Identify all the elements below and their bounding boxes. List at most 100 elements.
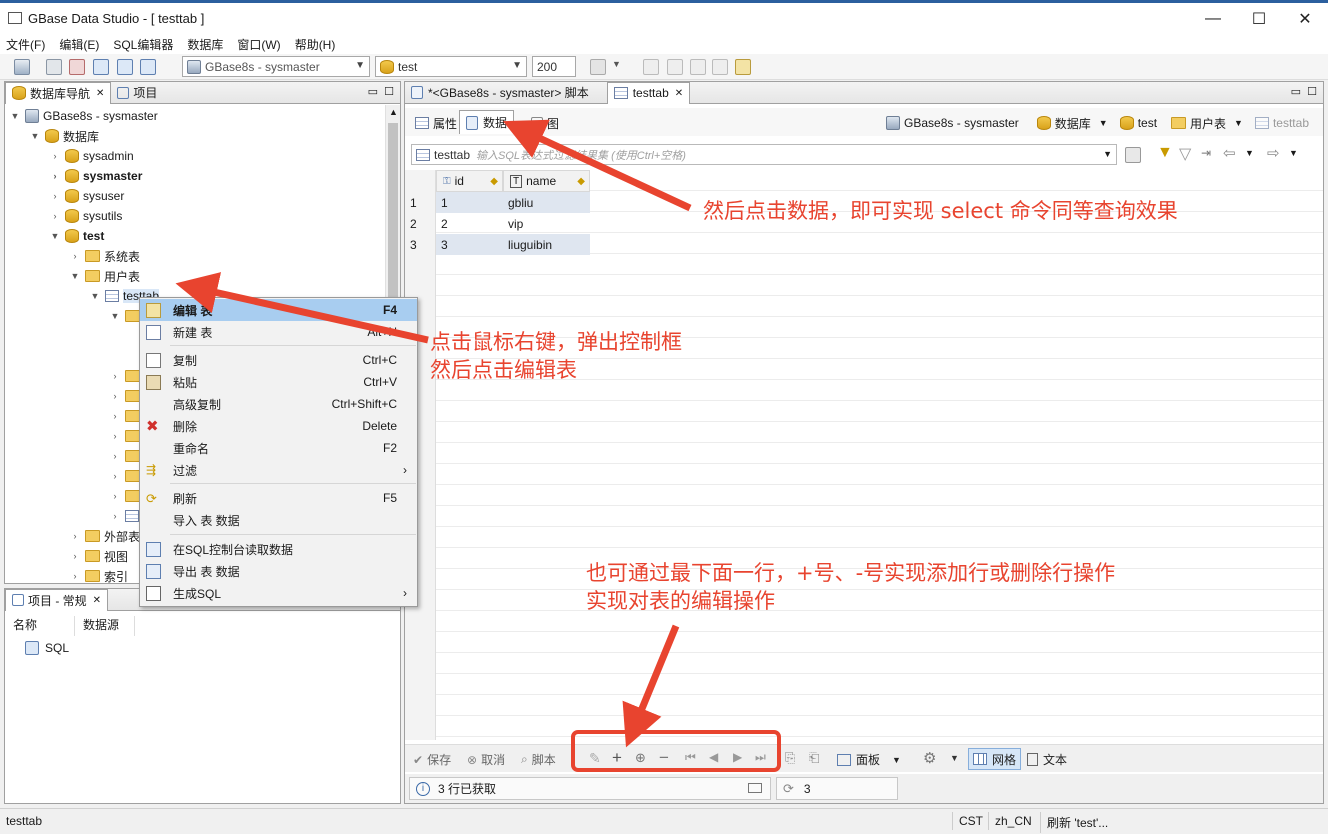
menu-item-refresh[interactable]: ⟳ 刷新 F5 [140, 487, 417, 509]
menu-item-copy[interactable]: 复制 Ctrl+C [140, 349, 417, 371]
import-icon[interactable]: ⎗ [809, 750, 819, 766]
tree-item-sysutils[interactable]: › sysutils [49, 206, 122, 226]
recent-sql-icon[interactable] [140, 59, 156, 75]
tree-item-databases[interactable]: ▼ 数据库 [29, 126, 99, 146]
commit-icon[interactable] [643, 59, 659, 75]
breadcrumb-database[interactable]: test [1138, 116, 1157, 130]
export-icon[interactable]: ⎘ [785, 750, 795, 766]
copy-row-icon[interactable]: ⊕ [635, 750, 646, 766]
menu-item-edit-table[interactable]: 编辑 表 F4 [140, 299, 417, 321]
chevron-down-icon[interactable]: ▼ [1245, 148, 1254, 158]
filter-input[interactable]: testtab 输入SQL表达式过滤结果集 (使用Ctrl+空格) ▼ [411, 144, 1117, 165]
menu-item-paste[interactable]: 粘贴 Ctrl+V [140, 371, 417, 393]
menu-edit[interactable]: 编辑(E) [59, 36, 99, 53]
tree-item-sysmaster[interactable]: › sysmaster [49, 166, 142, 186]
cell-name[interactable]: vip [503, 213, 590, 234]
column-header-name[interactable]: 名称 [5, 616, 75, 636]
cell-id[interactable]: 3 [436, 234, 503, 255]
clear-filter-icon[interactable]: ▽ [1179, 144, 1191, 164]
minimize-view-icon[interactable]: ▭ [1291, 85, 1301, 98]
details-icon[interactable] [748, 783, 762, 793]
subtab-diagram[interactable]: 图 [531, 112, 559, 134]
refresh-icon[interactable] [1125, 147, 1141, 163]
tab-project-general[interactable]: 项目 - 常规 ✕ [5, 588, 109, 611]
filter-icon[interactable]: ▼ [1157, 144, 1173, 162]
cell-id[interactable]: 2 [436, 213, 503, 234]
tab-testtab[interactable]: testtab ✕ [606, 81, 691, 104]
menu-item-new-table[interactable]: 新建 表 Alt+N [140, 321, 417, 343]
open-sql-icon[interactable] [117, 59, 133, 75]
add-row-icon[interactable]: + [612, 748, 622, 768]
last-row-icon[interactable]: ⏭ [755, 750, 766, 765]
minimize-button[interactable]: — [1190, 3, 1236, 34]
delete-row-icon[interactable]: − [659, 748, 669, 768]
maximize-button[interactable]: ☐ [1236, 3, 1282, 34]
tree-item-server[interactable]: ▼ GBase8s - sysmaster [9, 106, 158, 126]
edit-row-icon[interactable]: ✎ [589, 750, 601, 767]
tree-item-indexes[interactable]: › 索引 [69, 566, 129, 586]
row-limit-input[interactable]: 200 [532, 56, 576, 77]
back-icon[interactable]: ⇦ [1223, 144, 1236, 162]
menu-item-import-data[interactable]: 导入 表 数据 [140, 509, 417, 531]
text-view-toggle[interactable]: 文本 [1027, 751, 1067, 768]
cell-name[interactable]: liuguibin [503, 234, 590, 255]
transaction-icon[interactable] [590, 59, 606, 75]
save-button[interactable]: ✔ 保存 [413, 751, 451, 768]
sort-icon[interactable]: ◆ [577, 176, 585, 187]
new-connection-icon[interactable] [14, 59, 30, 75]
connection-select[interactable]: GBase8s - sysmaster ▼ [182, 56, 370, 77]
script-button[interactable]: ⌕ 脚本 [521, 751, 556, 768]
menu-window[interactable]: 窗口(W) [237, 36, 280, 53]
sql-editor-icon[interactable] [93, 59, 109, 75]
menu-database[interactable]: 数据库 [187, 36, 223, 53]
menu-item-rename[interactable]: 重命名 F2 [140, 437, 417, 459]
refresh-icon[interactable]: ⟳ [783, 781, 794, 797]
tab-projects[interactable]: 项目 [111, 82, 163, 104]
format-icon[interactable] [735, 59, 751, 75]
prev-row-icon[interactable]: ◀ [709, 750, 718, 764]
tree-item-views[interactable]: › 视图 [69, 546, 129, 566]
tree-item-node[interactable]: › [109, 506, 143, 526]
tree-item-system-tables[interactable]: › 系统表 [69, 246, 141, 266]
next-row-icon[interactable]: ▶ [733, 750, 742, 764]
project-item-sql[interactable]: SQL [25, 638, 69, 658]
tree-item-sysadmin[interactable]: › sysadmin [49, 146, 134, 166]
rollback-icon[interactable] [667, 59, 683, 75]
grid-view-toggle[interactable]: 网格 [968, 748, 1022, 770]
column-header-name[interactable]: T name ◆ [503, 170, 590, 192]
database-select[interactable]: test ▼ [375, 56, 527, 77]
forward-icon[interactable]: ⇨ [1267, 144, 1280, 162]
breadcrumb-databases[interactable]: 数据库 [1055, 115, 1091, 132]
cell-name[interactable]: gbliu [503, 192, 590, 213]
chevron-down-icon[interactable]: ▼ [612, 59, 621, 69]
chevron-down-icon[interactable]: ▼ [950, 753, 959, 763]
cancel-button[interactable]: ⊗ 取消 [467, 751, 505, 768]
menu-item-filter[interactable]: ⇶ 过滤 › [140, 459, 417, 481]
undo-icon[interactable] [690, 59, 706, 75]
tree-item-test[interactable]: ▼ test [49, 226, 104, 246]
menu-help[interactable]: 帮助(H) [295, 36, 336, 53]
close-button[interactable]: ✕ [1282, 3, 1328, 34]
maximize-view-icon[interactable]: ☐ [384, 85, 394, 98]
scroll-up-icon[interactable]: ▲ [389, 107, 398, 117]
tree-item-sysuser[interactable]: › sysuser [49, 186, 124, 206]
menu-item-generate-sql[interactable]: 生成SQL › [140, 582, 417, 604]
column-header-datasource[interactable]: 数据源 [75, 616, 135, 636]
menu-item-delete[interactable]: ✖ 删除 Delete [140, 415, 417, 437]
close-icon[interactable]: ✕ [96, 88, 104, 99]
subtab-data[interactable]: 数据 [459, 110, 515, 134]
panels-button[interactable]: 面板 ▼ [837, 751, 901, 768]
first-row-icon[interactable]: ⏮ [685, 750, 696, 765]
menu-file[interactable]: 文件(F) [6, 36, 45, 53]
menu-item-advanced-copy[interactable]: 高级复制 Ctrl+Shift+C [140, 393, 417, 415]
disconnect-icon[interactable] [69, 59, 85, 75]
connect-icon[interactable] [46, 59, 62, 75]
menu-item-export-data[interactable]: 导出 表 数据 [140, 560, 417, 582]
filter-history-icon[interactable]: ⇥ [1201, 146, 1211, 160]
tree-item-user-tables[interactable]: ▼ 用户表 [69, 266, 140, 286]
chevron-down-icon[interactable]: ▼ [1103, 149, 1112, 159]
tab-sql-script[interactable]: *<GBase8s - sysmaster> 脚本 [405, 82, 595, 104]
breadcrumb-connection[interactable]: GBase8s - sysmaster [904, 116, 1019, 130]
chevron-down-icon[interactable]: ▼ [892, 755, 901, 765]
minimize-view-icon[interactable]: ▭ [368, 85, 378, 98]
